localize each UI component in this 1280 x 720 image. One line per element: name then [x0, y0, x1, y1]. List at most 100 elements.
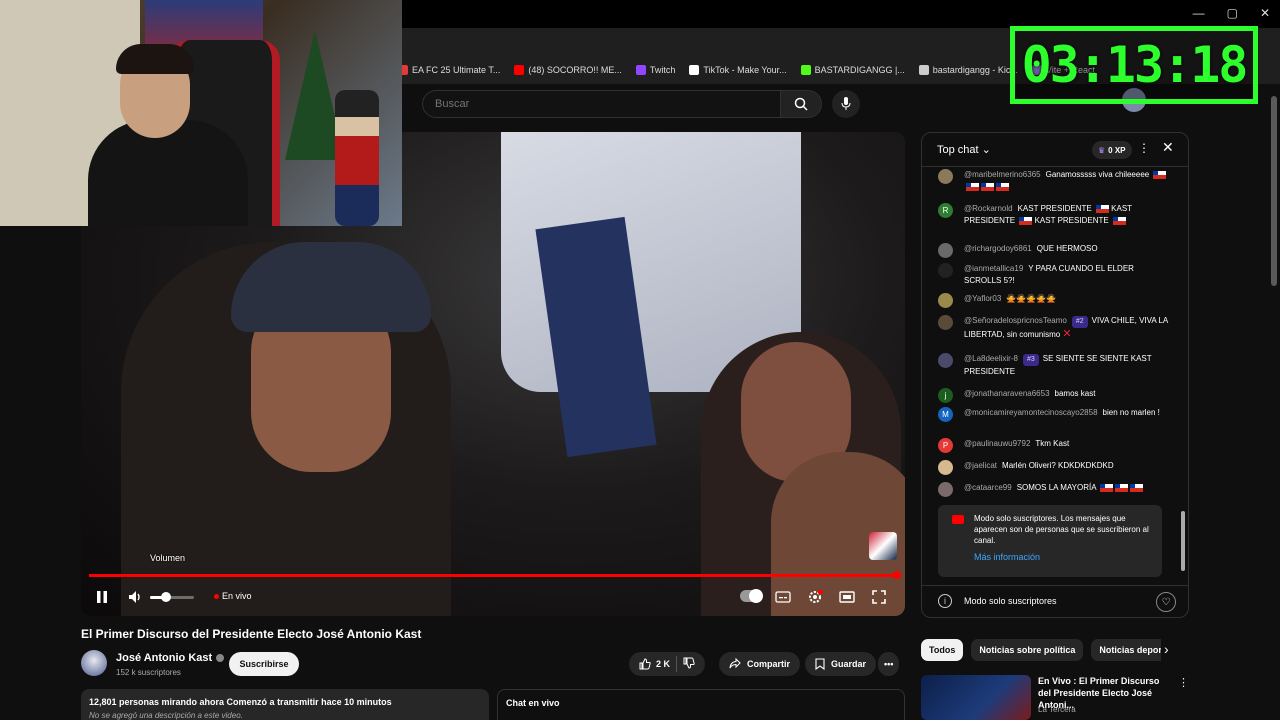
- close-icon[interactable]: ✕: [1162, 139, 1174, 156]
- heart-icon[interactable]: ♡: [1156, 592, 1176, 612]
- chip-sports[interactable]: Noticias deportivas: [1091, 639, 1161, 661]
- microphone-icon: [841, 97, 851, 110]
- chat-author[interactable]: @jaelicat: [964, 461, 997, 470]
- chat-author[interactable]: @cataarce99: [964, 483, 1012, 492]
- theater-mode-button[interactable]: [838, 587, 856, 607]
- autoplay-toggle[interactable]: [740, 589, 763, 603]
- live-label[interactable]: En vivo: [222, 591, 252, 601]
- mute-button[interactable]: [127, 587, 145, 607]
- chat-author[interactable]: @jonathanaravena6653: [964, 389, 1050, 398]
- chat-author[interactable]: @richargodoy6861: [964, 244, 1032, 253]
- avatar[interactable]: [938, 263, 953, 278]
- pause-button[interactable]: [94, 587, 110, 607]
- thumbs-up-icon: [639, 658, 651, 670]
- more-actions-button[interactable]: •••: [878, 652, 900, 676]
- chat-text: Tkm Kast: [1035, 439, 1070, 448]
- chat-message: @richargodoy6861 QUE HERMOSO: [938, 243, 1168, 258]
- avatar[interactable]: [938, 293, 953, 308]
- channel-name-text[interactable]: José Antonio Kast: [116, 652, 212, 664]
- webcam-streamer-body: [88, 120, 248, 226]
- page-scrollbar[interactable]: [1271, 96, 1277, 286]
- like-dislike-group: 2 K: [629, 652, 706, 676]
- chat-text: KAST PRESIDENTE: [1034, 216, 1109, 225]
- chip-politics[interactable]: Noticias sobre política: [971, 639, 1084, 661]
- avatar[interactable]: [938, 482, 953, 497]
- settings-button[interactable]: [806, 587, 824, 607]
- avatar[interactable]: [938, 315, 953, 330]
- pill-divider: [676, 656, 678, 672]
- subscribe-button[interactable]: Suscribirse: [229, 652, 299, 676]
- bookmark-item[interactable]: BASTARDIGANGG |...: [800, 65, 905, 75]
- chat-author[interactable]: @Yaflor03: [964, 294, 1001, 303]
- bookmark-item[interactable]: Twitch: [635, 65, 675, 75]
- subscriber-mode-notice: Modo solo suscriptores. Los mensajes que…: [938, 505, 1162, 577]
- more-info-link[interactable]: Más información: [974, 552, 1154, 562]
- chat-author[interactable]: @Rockarnold: [964, 204, 1013, 213]
- related-video-channel[interactable]: La Tercera: [1038, 705, 1076, 714]
- chat-author[interactable]: @monicamireyamontecinoscayo2858: [964, 408, 1098, 417]
- like-button[interactable]: 2 K: [639, 658, 670, 670]
- chat-messages: @maribelmerino6365 Ganamosssss viva chile…: [922, 169, 1178, 499]
- save-button[interactable]: Guardar: [805, 652, 877, 676]
- related-video-thumbnail[interactable]: [921, 675, 1031, 720]
- chat-message: @ianmetallica19 Y PARA CUANDO EL ELDER SC…: [938, 263, 1168, 287]
- bookmark-item[interactable]: EA FC 25 Ultimate T...: [398, 65, 500, 75]
- progress-scrubber[interactable]: [893, 571, 901, 579]
- volume-slider-handle[interactable]: [161, 592, 171, 602]
- maximize-icon[interactable]: ▢: [1227, 6, 1238, 20]
- info-icon[interactable]: i: [938, 594, 952, 608]
- xp-badge[interactable]: ♛ 0 XP: [1092, 141, 1132, 159]
- dislike-button[interactable]: [683, 657, 695, 671]
- channel-avatar[interactable]: [81, 650, 107, 676]
- description-box[interactable]: 12,801 personas mirando ahora Comenzó a …: [81, 689, 489, 720]
- bookmark-item[interactable]: bastardigangg - Kic...: [918, 65, 1018, 75]
- minimize-icon[interactable]: —: [1193, 6, 1205, 20]
- more-vertical-icon[interactable]: ⋮: [1138, 141, 1150, 155]
- chat-text: bamos kast: [1054, 389, 1096, 398]
- avatar[interactable]: [938, 353, 953, 368]
- chile-flag-emoji: [1115, 483, 1129, 492]
- chat-author[interactable]: @paulinauwu9792: [964, 439, 1030, 448]
- chat-scrollbar[interactable]: [1180, 169, 1186, 577]
- avatar[interactable]: j: [938, 388, 953, 403]
- live-chat-label: Chat en vivo: [506, 698, 560, 708]
- more-vertical-icon[interactable]: ⋮: [1178, 676, 1189, 689]
- share-label: Compartir: [747, 659, 791, 669]
- voice-search-button[interactable]: [832, 90, 860, 118]
- search-input[interactable]: [422, 90, 780, 118]
- chat-text: KAST PRESIDENTE: [1017, 204, 1092, 213]
- bookmark-item[interactable]: (48) SOCORRO!! ME...: [514, 65, 622, 75]
- channel-watermark[interactable]: [869, 532, 897, 560]
- volume-tooltip: Volumen: [150, 553, 186, 563]
- progress-bar[interactable]: [89, 574, 898, 577]
- close-window-icon[interactable]: ✕: [1260, 6, 1270, 20]
- youtube-favicon-icon: [514, 65, 525, 75]
- youtube-icon: [952, 515, 964, 524]
- fullscreen-button[interactable]: [870, 587, 888, 607]
- bookmark-icon: [815, 658, 825, 670]
- bookmark-item[interactable]: TikTok - Make Your...: [689, 65, 787, 75]
- avatar[interactable]: [938, 243, 953, 258]
- chat-mode-dropdown[interactable]: Top chat ⌄: [937, 143, 991, 156]
- live-chat-replay-box[interactable]: Chat en vivo: [497, 689, 905, 720]
- chip-all[interactable]: Todos: [921, 639, 964, 661]
- share-button[interactable]: Compartir: [719, 652, 801, 676]
- avatar[interactable]: [938, 169, 953, 184]
- chat-author[interactable]: @SeñoradelospricnosTeamo: [964, 316, 1067, 325]
- chevron-right-icon[interactable]: ›: [1164, 641, 1169, 657]
- stream-timer: 03:13:18: [1010, 26, 1258, 104]
- avatar[interactable]: M: [938, 407, 953, 422]
- subtitles-button[interactable]: [774, 587, 792, 607]
- avatar[interactable]: [938, 460, 953, 475]
- avatar[interactable]: P: [938, 438, 953, 453]
- chat-scrollbar-thumb[interactable]: [1181, 511, 1185, 571]
- search-button[interactable]: [780, 90, 822, 118]
- chat-message: @cataarce99 SOMOS LA MAYORÍA: [938, 482, 1168, 497]
- channel-name[interactable]: José Antonio Kast: [116, 652, 225, 664]
- chat-author[interactable]: @maribelmerino6365: [964, 170, 1041, 179]
- chat-author[interactable]: @La8deelixir-8: [964, 354, 1018, 363]
- chat-text: QUE HERMOSO: [1036, 244, 1098, 253]
- chat-author[interactable]: @ianmetallica19: [964, 264, 1023, 273]
- subscriber-count: 152 k suscriptores: [116, 668, 181, 677]
- avatar[interactable]: R: [938, 203, 953, 218]
